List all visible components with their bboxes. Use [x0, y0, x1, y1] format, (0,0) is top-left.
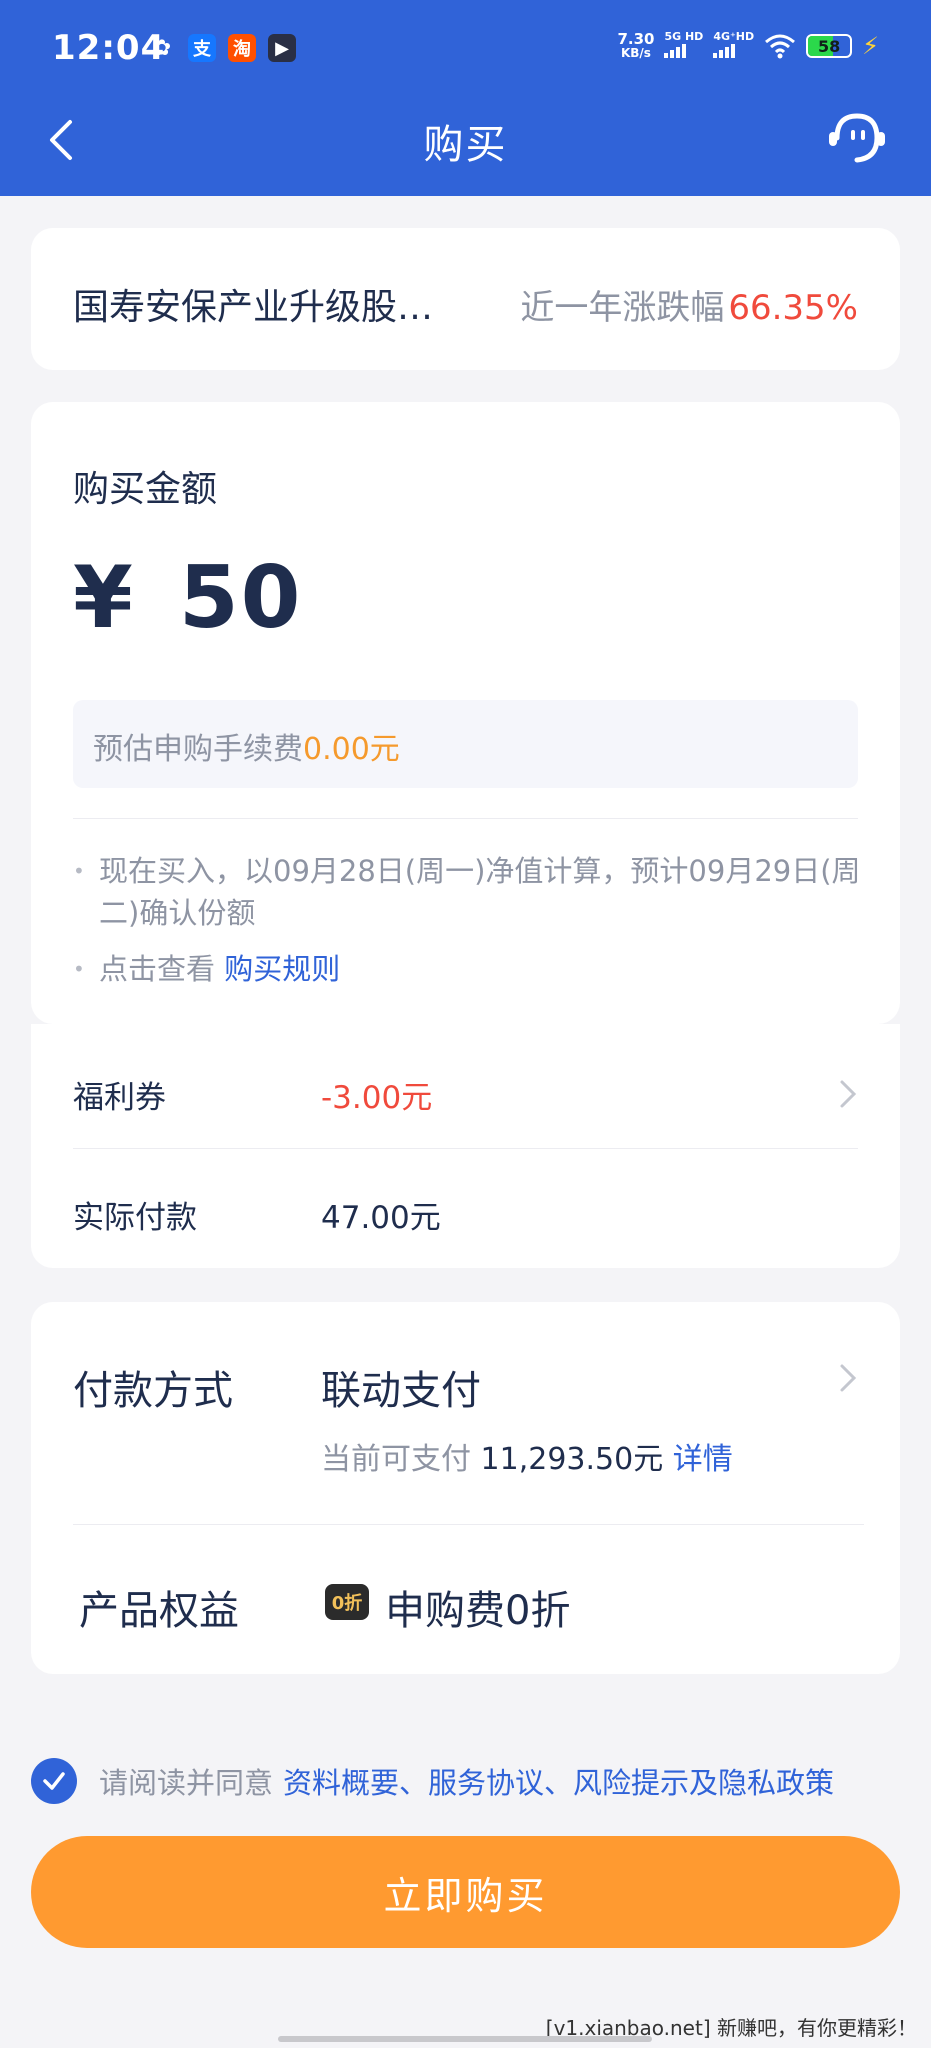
chevron-right-icon[interactable]: [838, 1360, 858, 1396]
agreement-prefix: 请阅读并同意: [99, 1766, 274, 1800]
divider: [73, 1148, 858, 1149]
app-header: 12:04 ✿ 支 淘 ▶ 7.30 KB/s 5G HD 4G⁺HD 58 ⚡…: [0, 0, 931, 196]
video-app-icon: ▶: [268, 34, 296, 62]
rules-note-prefix: 点击查看: [99, 952, 216, 986]
checkmark-icon: [43, 1772, 65, 1790]
product-benefit-value: 申购费0折: [385, 1588, 571, 1634]
divider: [73, 818, 858, 819]
notification-icons: ✿ 支 淘 ▶: [148, 34, 296, 62]
payment-method-label: 付款方式: [73, 1368, 233, 1414]
details-link[interactable]: 详情: [673, 1442, 733, 1477]
signal-4g-icon: 4G⁺HD: [713, 30, 754, 62]
rules-note: 点击查看 购买规则: [73, 948, 863, 990]
fund-performance-label: 近一年涨跌幅: [520, 288, 725, 328]
fee-value: 0.00元: [303, 732, 400, 767]
page-title: 购买: [423, 122, 508, 168]
fee-label: 预估申购手续费: [93, 732, 303, 767]
agreement-links[interactable]: 资料概要、服务协议、风险提示及隐私政策: [283, 1760, 834, 1802]
payment-method-card: 付款方式 联动支付 当前可支付 11,293.50元 详情 产品权益 0折 申购…: [31, 1302, 900, 1674]
divider: [73, 1524, 864, 1525]
fund-name: 国寿安保产业升级股…: [73, 287, 434, 328]
customer-service-icon[interactable]: [825, 108, 889, 168]
signal-5g-icon: 5G HD: [664, 30, 703, 62]
system-icons: 7.30 KB/s 5G HD 4G⁺HD 58 ⚡: [617, 30, 879, 62]
fee-estimate: 预估申购手续费0.00元: [73, 700, 858, 788]
chevron-right-icon[interactable]: [838, 1076, 858, 1112]
actual-payment-value: 47.00元: [321, 1200, 441, 1236]
payment-summary: 福利券 -3.00元 实际付款 47.00元: [31, 1024, 900, 1268]
payment-method-value[interactable]: 联动支付: [321, 1358, 481, 1416]
taobao-icon: 淘: [228, 34, 256, 62]
wifi-icon: [765, 34, 796, 59]
agreement-row: 请阅读并同意 资料概要、服务协议、风险提示及隐私政策: [31, 1758, 834, 1804]
amount-card: 购买金额 ¥50 预估申购手续费0.00元 现在买入，以09月28日(周一)净值…: [31, 402, 900, 1024]
coupon-label: 福利券: [73, 1080, 166, 1116]
coupon-value[interactable]: -3.00元: [321, 1072, 432, 1117]
purchase-rules-link[interactable]: 购买规则: [224, 952, 340, 986]
currency-symbol: ¥: [73, 548, 135, 648]
confirm-date-note: 现在买入，以09月28日(周一)净值计算，预计09月29日(周二)确认份额: [73, 850, 863, 934]
home-indicator[interactable]: [278, 2036, 652, 2042]
battery-icon: 58: [806, 34, 853, 58]
fund-performance-value: 66.35%: [728, 288, 858, 328]
wechat-icon: ✿: [152, 35, 172, 61]
actual-payment-label: 实际付款: [73, 1200, 197, 1236]
discount-badge-icon: 0折: [325, 1584, 369, 1620]
buy-now-button[interactable]: 立即购买: [31, 1836, 900, 1948]
balance-value: 11,293.50元: [480, 1442, 664, 1477]
balance-prefix: 当前可支付: [321, 1442, 471, 1477]
amount-label: 购买金额: [73, 469, 218, 510]
amount-input[interactable]: ¥50: [73, 548, 303, 648]
fund-performance: 近一年涨跌幅 66.35%: [520, 280, 858, 329]
net-speed: 7.30 KB/s: [617, 30, 655, 61]
amount-value: 50: [178, 548, 303, 648]
product-benefit-label: 产品权益: [79, 1588, 239, 1634]
available-balance: 当前可支付 11,293.50元 详情: [321, 1434, 733, 1478]
agree-checkbox[interactable]: [31, 1758, 77, 1804]
alipay-icon: 支: [188, 34, 216, 62]
charging-icon: ⚡: [862, 32, 879, 60]
purchase-notes: 现在买入，以09月28日(周一)净值计算，预计09月29日(周二)确认份额 点击…: [73, 850, 863, 1004]
status-bar: 12:04 ✿ 支 淘 ▶ 7.30 KB/s 5G HD 4G⁺HD 58 ⚡: [0, 0, 931, 100]
fund-card[interactable]: 国寿安保产业升级股… 近一年涨跌幅 66.35%: [31, 228, 900, 370]
